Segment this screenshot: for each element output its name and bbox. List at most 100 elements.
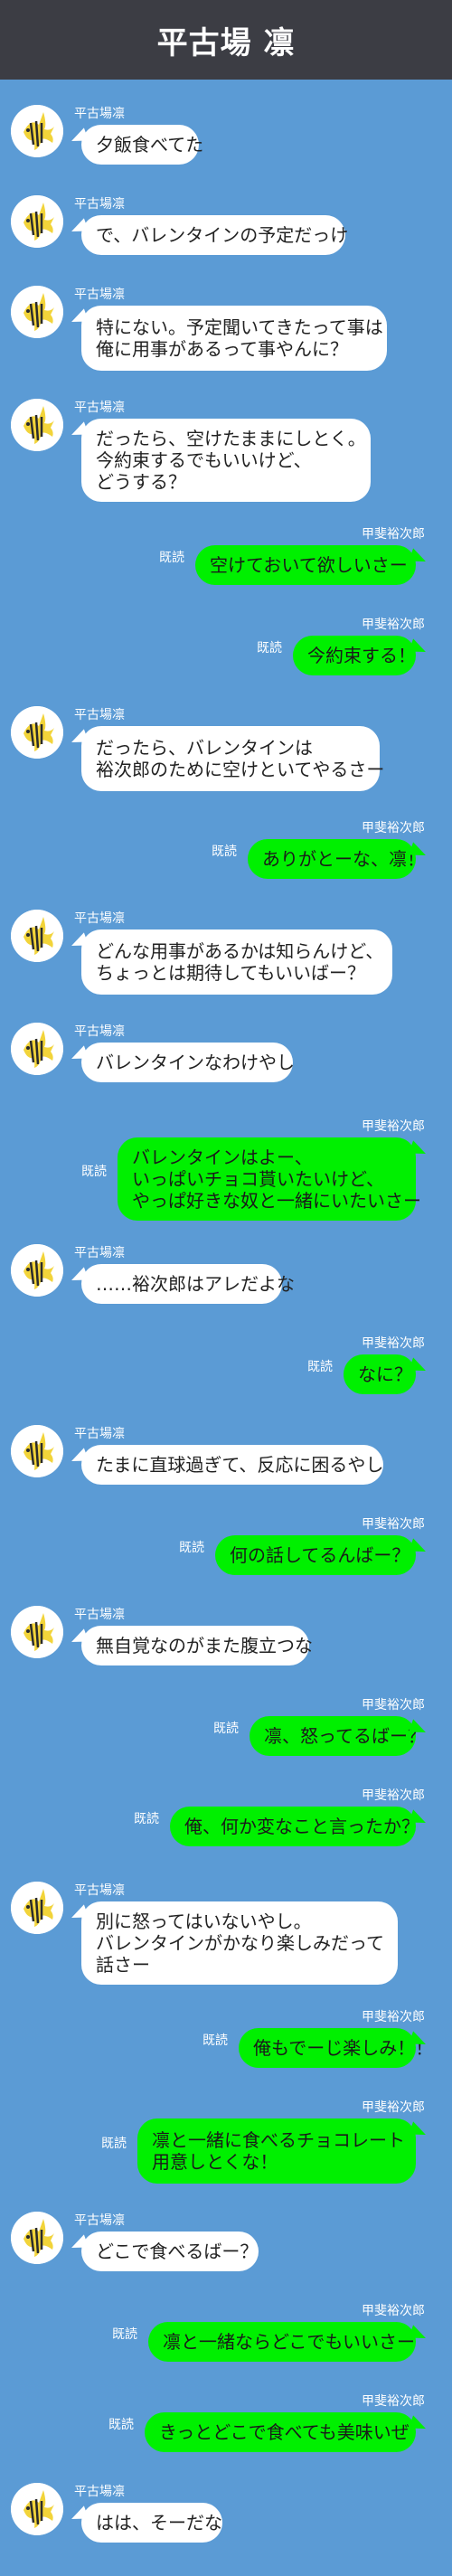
incoming-message[interactable]: 平古場凛バレンタインなわけやし (0, 1023, 452, 1086)
outgoing-message[interactable]: 甲斐裕次郎何の話してるんばー？ 既読 (0, 1517, 452, 1579)
outgoing-message[interactable]: 甲斐裕次郎 今約束する！ 既読 (0, 618, 452, 679)
message-bubble[interactable]: なに？ (344, 1354, 416, 1394)
incoming-message[interactable]: 平古場凛 だったら、バレンタインは 裕次郎のために空けといてやるさー (0, 706, 452, 795)
outgoing-message[interactable]: 甲斐裕次郎 俺もでーじ楽しみ！！ 既読 (0, 2010, 452, 2071)
message-text: ありがとーな、凛！ (262, 848, 425, 870)
incoming-message[interactable]: 平古場凛 たまに直球過ぎて、反応に困るやし (0, 1425, 452, 1488)
message-text: 今約束する！ (307, 645, 416, 666)
incoming-message[interactable]: 平古場凛 ……裕次郎はアレだよな (0, 1244, 452, 1307)
sender-name: 甲斐裕次郎 (362, 2100, 425, 2115)
angelfish-avatar-icon[interactable] (11, 1606, 63, 1658)
incoming-message[interactable]: 平古場凛 別に怒ってはいないやし。 バレンタインがかなり楽しみだって 話さー (0, 1882, 452, 1988)
message-bubble[interactable]: 何の話してるんばー？ (215, 1535, 416, 1575)
read-receipt: 既読 (108, 2418, 134, 2432)
message-bubble[interactable]: ……裕次郎はアレだよな (81, 1264, 295, 1304)
message-text: 凛と一緒に食べるチョコレート (152, 2129, 405, 2151)
message-text: バレンタインなわけやし (96, 1052, 295, 1073)
incoming-message[interactable]: 平古場凛 特にない。予定聞いてきたって事は 俺に用事があるって事やんに？ (0, 286, 452, 374)
message-bubble[interactable]: はは、そーだな (81, 2503, 222, 2543)
sender-name: 甲斐裕次郎 (362, 2304, 425, 2318)
outgoing-message[interactable]: 甲斐裕次郎 凛、怒ってるばー？ 既読 (0, 1698, 452, 1760)
sender-name: 平古場凛 (74, 1024, 125, 1039)
read-receipt: 既読 (101, 2137, 127, 2151)
message-text: どこで食べるばー？ (96, 2241, 259, 2262)
incoming-message[interactable]: 平古場凛 夕飯食べてた (0, 105, 452, 168)
message-bubble[interactable]: 俺、何か変なこと言ったか？ (170, 1807, 419, 1846)
outgoing-message[interactable]: 甲斐裕次郎 空けておいて欲しいさー 既読 (0, 527, 452, 589)
outgoing-message[interactable]: 甲斐裕次郎 なに？ 既読 (0, 1336, 452, 1398)
message-bubble[interactable]: 空けておいて欲しいさー (195, 545, 416, 585)
message-bubble[interactable]: で、バレンタインの予定だっけ (81, 215, 348, 255)
incoming-message[interactable]: 平古場凛 で、バレンタインの予定だっけ (0, 195, 452, 259)
message-bubble[interactable]: だったら、バレンタインは 裕次郎のために空けといてやるさー (81, 726, 385, 791)
message-bubble[interactable]: 特にない。予定聞いてきたって事は 俺に用事があるって事やんに？ (81, 306, 387, 371)
outgoing-message[interactable]: 甲斐裕次郎 バレンタインはよー、 いっぱいチョコ貰いたいけど、 やっぱ好きな奴と一緒に… (0, 1119, 452, 1224)
message-bubble[interactable]: きっとどこで食べても美味いぜ (145, 2412, 416, 2452)
angelfish-avatar-icon[interactable] (11, 1882, 63, 1934)
read-receipt: 既読 (212, 845, 237, 859)
read-receipt: 既読 (81, 1165, 107, 1179)
message-bubble[interactable]: 凛と一緒ならどこでもいいさー (148, 2322, 416, 2362)
message-text: どうする？ (96, 471, 186, 493)
message-text: たまに直球過ぎて、反応に困るやし (96, 1454, 384, 1476)
outgoing-message[interactable]: 甲斐裕次郎 きっとどこで食べても美味いぜ 既読 (0, 2394, 452, 2456)
read-receipt: 既読 (202, 2033, 228, 2048)
message-text: ……裕次郎はアレだよな (96, 1273, 295, 1295)
angelfish-avatar-icon[interactable] (11, 1425, 63, 1477)
outgoing-message[interactable]: 甲斐裕次郎 凛と一緒ならどこでもいいさー 既読 (0, 2304, 452, 2365)
message-text: 俺に用事があるって事やんに？ (96, 338, 348, 360)
message-bubble[interactable]: 今約束する！ (293, 636, 416, 675)
message-bubble[interactable]: 凛、怒ってるばー？ (250, 1716, 426, 1756)
message-text: だったら、空けたままにしとく。 (96, 428, 366, 449)
message-bubble[interactable]: どこで食べるばー？ (81, 2232, 259, 2271)
sender-name: 甲斐裕次郎 (362, 1517, 425, 1532)
sender-name: 平古場凛 (74, 2213, 125, 2228)
message-text: だったら、バレンタインは (96, 737, 313, 759)
message-text: 空けておいて欲しいさー (210, 554, 408, 576)
angelfish-avatar-icon[interactable] (11, 399, 63, 451)
angelfish-avatar-icon[interactable] (11, 1023, 63, 1075)
message-text: 特にない。予定聞いてきたって事は (96, 316, 383, 338)
message-text: どんな用事があるかは知らんけど、 (96, 940, 384, 962)
message-text: 夕飯食べてた (96, 134, 204, 156)
message-text: 話さー (96, 1954, 150, 1976)
message-text: 凛、怒ってるばー？ (264, 1725, 426, 1747)
outgoing-message[interactable]: 甲斐裕次郎 ありがとーな、凛！ 既読 (0, 821, 452, 882)
message-bubble[interactable]: 無自覚なのがまた腹立つな (81, 1626, 313, 1665)
incoming-message[interactable]: 平古場凛 だったら、空けたままにしとく。 今約束するでもいいけど、 どうする？ (0, 399, 452, 505)
message-bubble[interactable]: ありがとーな、凛！ (248, 839, 425, 879)
outgoing-message[interactable]: 甲斐裕次郎凛と一緒に食べるチョコレート 用意しとくな！ 既読 (0, 2100, 452, 2187)
message-bubble[interactable]: だったら、空けたままにしとく。 今約束するでもいいけど、 どうする？ (81, 419, 371, 502)
incoming-message[interactable]: 平古場凛 どんな用事があるかは知らんけど、 ちょっとは期待してもいいばー？ (0, 910, 452, 998)
message-text: きっとどこで食べても美味いぜ (159, 2421, 410, 2443)
message-text: 今約束するでもいいけど、 (96, 449, 312, 471)
message-bubble[interactable]: バレンタインはよー、 いっぱいチョコ貰いたいけど、 やっぱ好きな奴と一緒にいたいさー (118, 1137, 421, 1221)
message-text: 裕次郎のために空けといてやるさー (96, 759, 385, 780)
message-bubble[interactable]: バレンタインなわけやし (81, 1043, 295, 1082)
message-text: やっぱ好きな奴と一緒にいたいさー (132, 1190, 421, 1212)
message-bubble[interactable]: たまに直球過ぎて、反応に困るやし (81, 1445, 383, 1485)
incoming-message[interactable]: 平古場凛 はは、そーだな (0, 2483, 452, 2546)
incoming-message[interactable]: 平古場凛どこで食べるばー？ (0, 2212, 452, 2275)
read-receipt: 既読 (179, 1541, 204, 1555)
sender-name: 甲斐裕次郎 (362, 618, 425, 632)
angelfish-avatar-icon[interactable] (11, 2212, 63, 2264)
angelfish-avatar-icon[interactable] (11, 2483, 63, 2535)
message-bubble[interactable]: どんな用事があるかは知らんけど、 ちょっとは期待してもいいばー？ (81, 929, 392, 995)
message-bubble[interactable]: 夕飯食べてた (81, 125, 204, 165)
read-receipt: 既読 (213, 1722, 239, 1736)
message-bubble[interactable]: 別に怒ってはいないやし。 バレンタインがかなり楽しみだって 話さー (81, 1901, 398, 1985)
outgoing-message[interactable]: 甲斐裕次郎 俺、何か変なこと言ったか？ 既読 (0, 1788, 452, 1850)
sender-name: 平古場凛 (74, 1608, 125, 1622)
angelfish-avatar-icon[interactable] (11, 105, 63, 157)
angelfish-avatar-icon[interactable] (11, 286, 63, 338)
message-bubble[interactable]: 凛と一緒に食べるチョコレート 用意しとくな！ (137, 2118, 416, 2184)
angelfish-avatar-icon[interactable] (11, 706, 63, 759)
message-text: いっぱいチョコ貰いたいけど、 (132, 1168, 384, 1190)
incoming-message[interactable]: 平古場凛無自覚なのがまた腹立つな (0, 1606, 452, 1669)
angelfish-avatar-icon[interactable] (11, 1244, 63, 1297)
message-bubble[interactable]: 俺もでーじ楽しみ！！ (239, 2028, 433, 2068)
angelfish-avatar-icon[interactable] (11, 195, 63, 248)
angelfish-avatar-icon[interactable] (11, 910, 63, 962)
read-receipt: 既読 (307, 1360, 333, 1374)
